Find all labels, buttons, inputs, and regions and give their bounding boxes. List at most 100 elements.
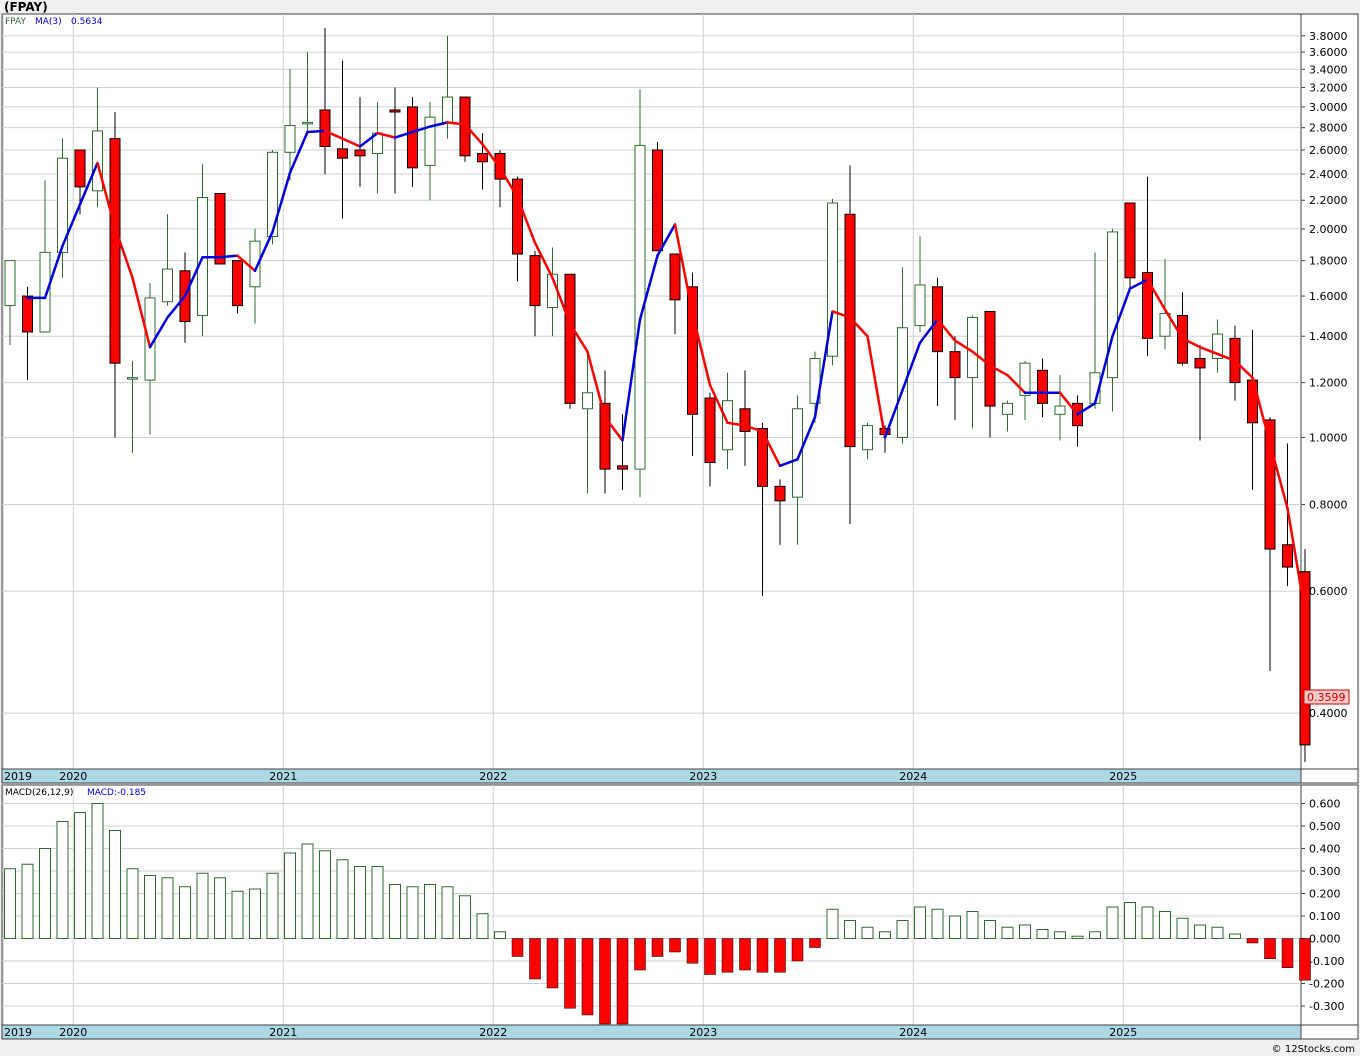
macd-bar [406, 886, 419, 939]
candle-body [862, 425, 873, 451]
year-label: 2020 [59, 770, 87, 783]
candle-body [127, 377, 138, 380]
macd-bar [144, 875, 156, 939]
last-price-label: 0.3599 [1307, 691, 1346, 704]
macd-bar [511, 938, 524, 957]
candle-body [39, 251, 51, 333]
macd-bar [4, 868, 16, 939]
macd-bar [1124, 902, 1136, 939]
candle-body [109, 138, 121, 364]
macd-bar [966, 911, 979, 939]
candle-body [774, 485, 786, 502]
macd-bar [336, 859, 349, 939]
footer-credit: © 12Stocks.com [1272, 1044, 1355, 1055]
macd-bar [1001, 926, 1014, 939]
macd-bar [1246, 938, 1259, 944]
candle-body [442, 96, 453, 123]
macd-bar [389, 884, 401, 939]
price-tick-label: 0.4000 [1309, 707, 1348, 720]
price-tick-label: 1.0000 [1309, 431, 1348, 444]
candle [634, 89, 646, 498]
candle-body [652, 149, 663, 252]
macd-bar [266, 872, 279, 939]
price-tick-label: 1.4000 [1309, 330, 1348, 343]
price-tick-label: 2.2000 [1309, 194, 1348, 207]
macd-bar [179, 886, 191, 939]
candle-body [687, 286, 698, 415]
year-label: 2025 [1109, 770, 1137, 783]
candle-body [949, 351, 961, 379]
candle-body [389, 109, 401, 113]
candle-body [617, 465, 628, 470]
candle [564, 273, 576, 409]
macd-bar [826, 908, 839, 939]
chart-title: (FPAY) [4, 0, 48, 14]
macd-bar [564, 938, 576, 1009]
candle-body [162, 268, 173, 303]
macd-tick-label: 0.000 [1309, 933, 1341, 946]
macd-bar [301, 843, 314, 939]
macd-bar [319, 850, 331, 939]
macd-bar [949, 915, 961, 939]
macd-bar [599, 938, 611, 1025]
macd-bar [791, 938, 804, 962]
year-label: 2022 [479, 770, 507, 783]
macd-bar [914, 906, 926, 939]
macd-bar [721, 938, 734, 973]
macd-bar [1194, 924, 1206, 939]
macd-bar [214, 877, 226, 939]
macd-tick-label: -0.200 [1309, 978, 1344, 991]
year-label: 2023 [689, 770, 717, 783]
macd-bar [494, 931, 506, 939]
candle-body [704, 397, 716, 464]
macd-bar [669, 938, 681, 953]
year-label: 2019 [4, 770, 32, 783]
candle-body [1037, 369, 1048, 404]
price-tick-label: 0.6000 [1309, 585, 1348, 598]
candle-body [1002, 402, 1013, 415]
candle-body [477, 152, 488, 163]
macd-bar [774, 938, 786, 973]
candle-body [214, 192, 226, 265]
macd-bar [1036, 929, 1049, 939]
ma-segment [306, 129, 327, 134]
macd-bar [686, 938, 699, 964]
year-label: 2021 [269, 1026, 297, 1039]
legend-symbol: FPAY [5, 17, 26, 27]
candle-body [1107, 231, 1118, 379]
price-tick-label: 1.2000 [1309, 377, 1348, 390]
candle-body [582, 392, 593, 410]
price-tick-label: 3.0000 [1309, 101, 1348, 114]
price-tick-label: 3.6000 [1309, 46, 1348, 59]
candle [827, 198, 838, 366]
candle-body [354, 149, 366, 157]
candle-body [4, 260, 16, 307]
macd-bar [1141, 906, 1154, 939]
year-label: 2025 [1109, 1026, 1137, 1039]
price-tick-label: 3.2000 [1309, 82, 1348, 95]
macd-bar [651, 938, 664, 957]
macd-bar [1281, 938, 1294, 968]
price-tick-label: 2.4000 [1309, 168, 1348, 181]
macd-bar [161, 877, 174, 939]
macd-bar [21, 863, 34, 939]
macd-tick-label: -0.300 [1309, 1000, 1344, 1013]
year-label: 2021 [269, 770, 297, 783]
macd-bar [756, 938, 769, 973]
year-label: 2019 [4, 1026, 32, 1039]
candle-body [459, 96, 471, 157]
macd-bar [126, 868, 139, 939]
macd-x-axis-band [1, 1024, 1302, 1040]
candle-body [302, 121, 313, 125]
candle-body [22, 295, 33, 333]
macd-bar [371, 866, 384, 939]
candle-body [1194, 358, 1206, 369]
stock-chart: (FPAY) 3.8000 3.6000 3.4000 3.2000 3.0000 2.8… [0, 0, 1360, 1056]
candle [214, 192, 226, 265]
candle-body [669, 253, 681, 301]
candle-body [1054, 405, 1066, 415]
ma-segment [218, 254, 239, 259]
macd-bar [1106, 906, 1119, 939]
macd-bar [39, 848, 51, 939]
candle [232, 260, 243, 314]
